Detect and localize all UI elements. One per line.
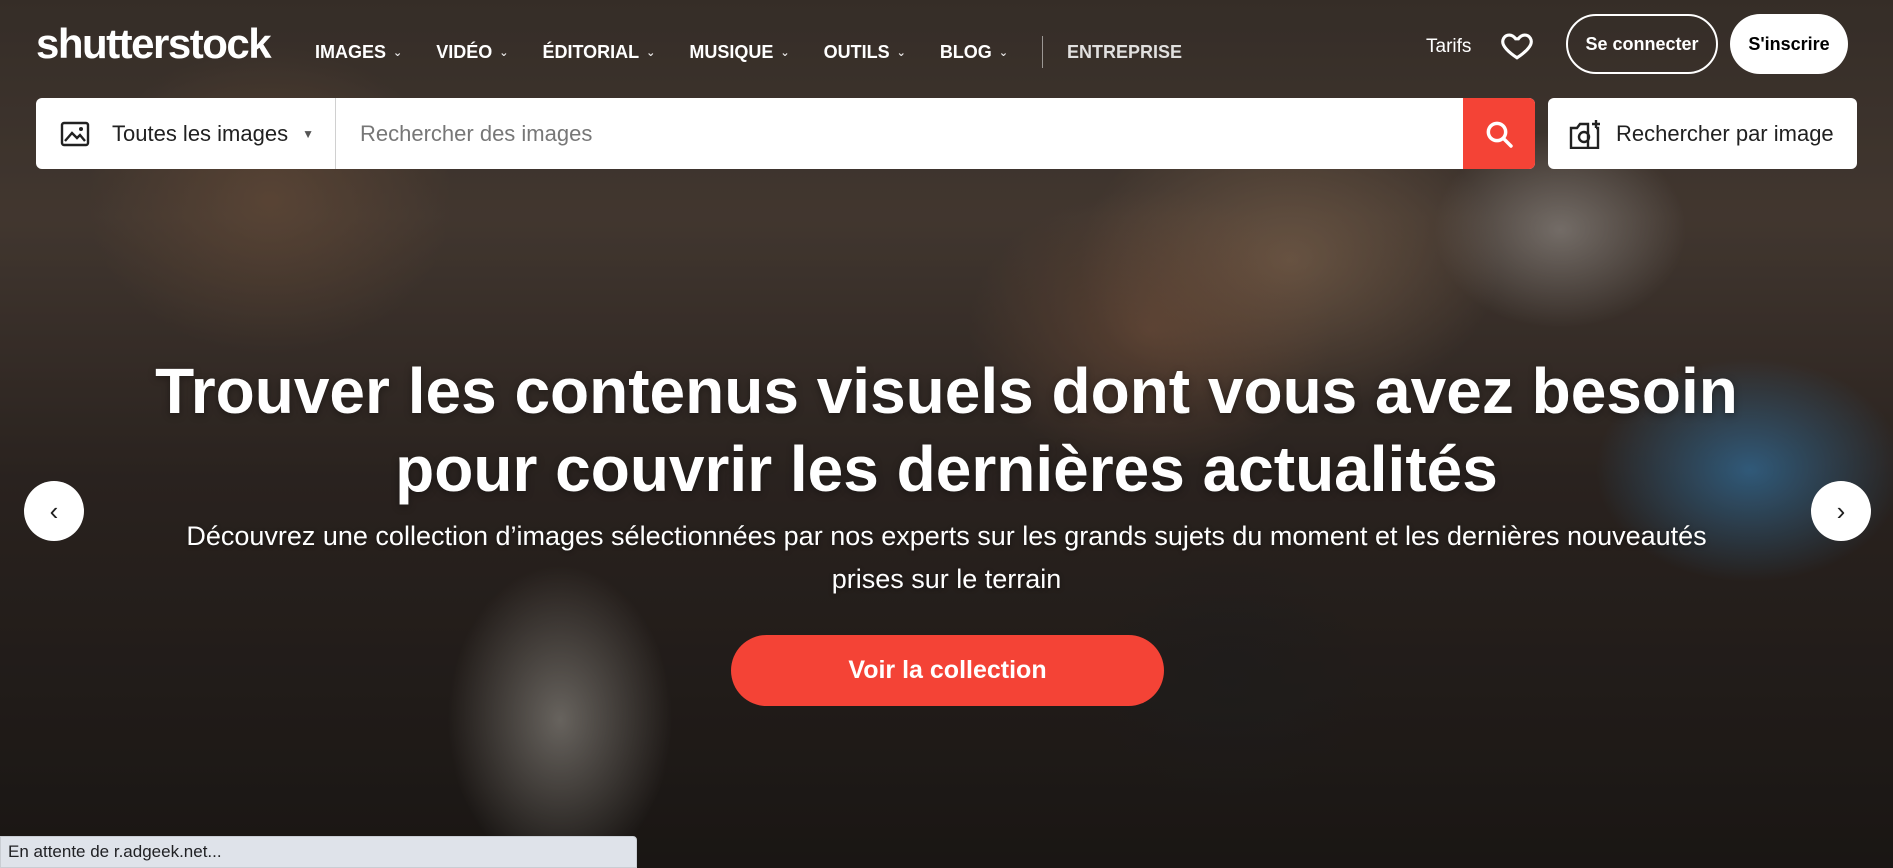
image-icon [60, 121, 90, 147]
chevron-down-icon: ⌄ [646, 46, 656, 59]
hero-subtitle-line-2: prises sur le terrain [831, 564, 1062, 594]
view-collection-button[interactable]: Voir la collection [731, 635, 1164, 706]
caret-down-icon: ▼ [302, 126, 314, 141]
browser-status-bar: En attente de r.adgeek.net... [0, 836, 637, 868]
camera-plus-icon [1568, 119, 1602, 149]
nav-divider [1042, 36, 1044, 68]
main-nav: IMAGES ⌄ VIDÉO ⌄ ÉDITORIAL ⌄ MUSIQUE ⌄ O… [315, 36, 1182, 68]
search-by-image-label: Rechercher par image [1616, 120, 1834, 146]
hero-title: Trouver les contenus visuels dont vous a… [0, 352, 1893, 508]
hero-subtitle: Découvrez une collection d’images sélect… [140, 515, 1753, 601]
search-input[interactable] [336, 98, 1463, 169]
nav-item-video[interactable]: VIDÉO ⌄ [436, 42, 508, 63]
hero-title-line-2: pour couvrir les dernières actualités [395, 433, 1498, 505]
nav-item-editorial[interactable]: ÉDITORIAL ⌄ [542, 42, 655, 63]
nav-item-label: IMAGES [315, 41, 387, 62]
nav-item-blog[interactable]: BLOG ⌄ [940, 42, 1008, 63]
search-button[interactable] [1463, 98, 1535, 169]
nav-item-images[interactable]: IMAGES ⌄ [315, 42, 402, 63]
nav-item-label: VIDÉO [436, 41, 493, 62]
nav-item-tools[interactable]: OUTILS ⌄ [824, 42, 906, 63]
chevron-down-icon: ⌄ [499, 46, 509, 59]
search-type-dropdown[interactable]: Toutes les images ▼ [36, 98, 336, 169]
heart-icon[interactable] [1500, 28, 1534, 62]
login-button[interactable]: Se connecter [1566, 14, 1718, 74]
nav-item-music[interactable]: MUSIQUE ⌄ [689, 42, 789, 63]
top-navigation: shutterstock IMAGES ⌄ VIDÉO ⌄ ÉDITORIAL … [0, 0, 1893, 96]
nav-item-enterprise[interactable]: ENTREPRISE [1067, 42, 1182, 63]
nav-item-label: MUSIQUE [689, 41, 774, 62]
search-type-label: Toutes les images [112, 120, 289, 146]
search-by-image-button[interactable]: Rechercher par image [1548, 98, 1857, 169]
hero-subtitle-line-1: Découvrez une collection d’images sélect… [186, 521, 1707, 551]
hero-title-line-1: Trouver les contenus visuels dont vous a… [155, 355, 1738, 427]
carousel-next-button[interactable]: › [1811, 481, 1871, 541]
carousel-prev-button[interactable]: ‹ [24, 481, 84, 541]
chevron-down-icon: ⌄ [780, 46, 790, 59]
search-bar: Toutes les images ▼ [36, 98, 1535, 169]
nav-item-label: ÉDITORIAL [542, 41, 640, 62]
signup-button[interactable]: S'inscrire [1730, 14, 1848, 74]
chevron-right-icon: › [1836, 495, 1846, 526]
pricing-link[interactable]: Tarifs [1426, 36, 1471, 58]
chevron-down-icon: ⌄ [393, 46, 403, 59]
chevron-down-icon: ⌄ [998, 46, 1009, 59]
chevron-left-icon: ‹ [49, 495, 59, 526]
shutterstock-logo[interactable]: shutterstock [36, 20, 272, 68]
nav-item-label: OUTILS [823, 41, 890, 62]
search-icon [1486, 121, 1513, 148]
chevron-down-icon: ⌄ [896, 46, 906, 59]
nav-item-label: BLOG [939, 41, 992, 62]
